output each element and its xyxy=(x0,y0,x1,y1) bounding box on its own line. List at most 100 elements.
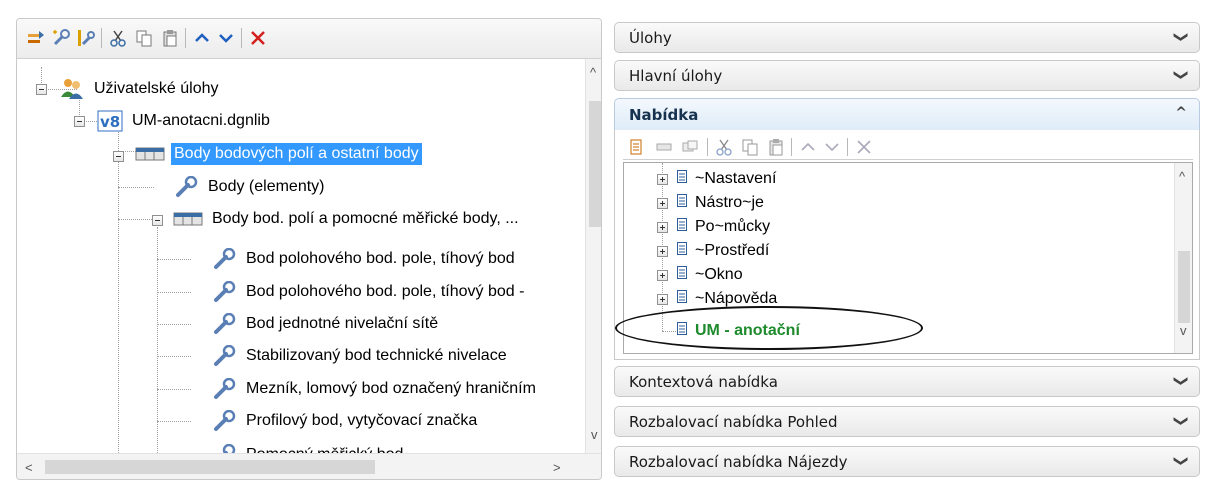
cut-icon[interactable] xyxy=(713,136,735,158)
copy-item-icon[interactable] xyxy=(679,136,701,158)
toolbar-separator xyxy=(847,138,848,156)
section-main-tasks[interactable]: Hlavní úlohy ❯ xyxy=(614,60,1200,91)
new-tool-alt-icon[interactable] xyxy=(75,27,97,49)
tree-vertical-scrollbar[interactable]: ^ v xyxy=(585,59,601,453)
tree-horizontal-scrollbar[interactable]: < > xyxy=(17,453,601,479)
scroll-up-arrow[interactable]: ^ xyxy=(590,65,596,80)
new-tool-icon[interactable] xyxy=(51,27,73,49)
tree-item-tool[interactable]: Stabilizovaný bod technické nivelace xyxy=(213,341,510,371)
copy-icon[interactable] xyxy=(739,136,761,158)
collapse-toggle[interactable] xyxy=(113,151,124,162)
expand-toggle[interactable] xyxy=(657,198,668,209)
tree-item-label: UM-anotacni.dgnlib xyxy=(132,112,270,129)
tree-item-tool[interactable]: Bod polohového bod. pole, tíhový bod - xyxy=(213,277,527,307)
delete-icon[interactable] xyxy=(247,27,269,49)
new-task-icon[interactable] xyxy=(25,27,47,49)
tree-connector xyxy=(157,324,191,325)
menu-item-icon xyxy=(677,194,687,212)
tree-item-label: Bod jednotné nivelační sítě xyxy=(246,315,439,332)
chevron-down-icon: ❯ xyxy=(1173,375,1190,387)
menu-item-label: Po~můcky xyxy=(695,218,771,235)
menu-item-utilities[interactable]: Po~můcky xyxy=(657,215,770,239)
menu-item-icon xyxy=(677,242,687,260)
section-menu[interactable]: Nabídka ^ xyxy=(614,98,1200,131)
menu-vertical-scrollbar[interactable]: ^ v xyxy=(1174,163,1192,353)
scroll-left-arrow[interactable]: < xyxy=(25,460,33,475)
menu-tree: ~Nastavení Nástro~je Po~můcky ~Prostředí xyxy=(623,162,1193,354)
menu-item-help[interactable]: ~Nápověda xyxy=(657,287,777,311)
scroll-down-arrow[interactable]: v xyxy=(1180,323,1187,338)
tree-connector xyxy=(157,259,191,260)
users-icon xyxy=(59,77,85,101)
scroll-up-arrow[interactable]: ^ xyxy=(1179,169,1185,184)
move-down-icon[interactable] xyxy=(215,27,237,49)
expand-toggle[interactable] xyxy=(657,222,668,233)
section-tasks[interactable]: Úlohy ❯ xyxy=(614,22,1200,53)
collapse-toggle[interactable] xyxy=(36,84,47,95)
toolbar-separator xyxy=(241,28,242,48)
tree-item-selected-group[interactable]: Body bodových polí a ostatní body xyxy=(135,139,422,169)
chevron-up-icon: ^ xyxy=(1175,105,1187,121)
menu-item-icon xyxy=(677,170,687,188)
expand-toggle[interactable] xyxy=(657,294,668,305)
tree-item-tool[interactable]: Bod polohového bod. pole, tíhový bod xyxy=(213,244,518,274)
move-down-icon[interactable] xyxy=(821,136,843,158)
tree-item-subgroup[interactable]: Body bod. polí a pomocné měřické body, .… xyxy=(173,204,522,234)
task-tree: Uživatelské úlohy v8 UM-anotacni.dgnlib … xyxy=(17,59,585,453)
menu-item-settings[interactable]: ~Nastavení xyxy=(657,167,776,191)
menu-item-um-anotacni[interactable]: UM - anotační xyxy=(677,319,800,343)
svg-text:v8: v8 xyxy=(100,113,120,131)
section-context-menu[interactable]: Kontextová nabídka ❯ xyxy=(614,366,1200,397)
tree-item-label: Bod polohového bod. pole, tíhový bod xyxy=(246,250,515,267)
tree-connector xyxy=(118,129,119,453)
delete-icon[interactable] xyxy=(853,136,875,158)
move-up-icon[interactable] xyxy=(191,27,213,49)
tree-item-dgnlib[interactable]: v8 UM-anotacni.dgnlib xyxy=(97,106,273,136)
chevron-down-icon: ❯ xyxy=(1173,31,1190,43)
cut-icon[interactable] xyxy=(107,27,129,49)
tree-item-tool[interactable]: Pomocný měřický bod xyxy=(213,440,406,453)
expand-toggle[interactable] xyxy=(657,246,668,257)
menu-item-label: Nástro~je xyxy=(695,194,764,211)
edit-icon[interactable] xyxy=(653,136,675,158)
tree-connector xyxy=(157,292,191,293)
expand-toggle[interactable] xyxy=(657,270,668,281)
menu-item-icon xyxy=(677,322,687,340)
menu-item-workspace[interactable]: ~Prostředí xyxy=(657,239,769,263)
collapse-toggle[interactable] xyxy=(152,215,163,226)
scroll-thumb[interactable] xyxy=(1178,251,1190,323)
tree-item-tool[interactable]: Profilový bod, vytyčovací značka xyxy=(213,406,480,436)
paste-icon[interactable] xyxy=(765,136,787,158)
tree-item-label: Profilový bod, vytyčovací značka xyxy=(246,412,478,429)
menu-item-window[interactable]: ~Okno xyxy=(657,263,743,287)
section-snaps-popup-menu[interactable]: Rozbalovací nabídka Nájezdy ❯ xyxy=(614,446,1200,477)
section-label: Rozbalovací nabídka Pohled xyxy=(629,412,838,431)
paste-icon[interactable] xyxy=(159,27,181,49)
menu-item-tools[interactable]: Nástro~je xyxy=(657,191,764,215)
section-view-popup-menu[interactable]: Rozbalovací nabídka Pohled ❯ xyxy=(614,406,1200,437)
menu-toolbar xyxy=(623,134,1193,160)
tree-item-tool[interactable]: Bod jednotné nivelační sítě xyxy=(213,309,441,339)
wrench-icon xyxy=(175,176,199,198)
tree-item-label: Body bod. polí a pomocné měřické body, .… xyxy=(212,210,519,227)
tree-item-user-tasks[interactable]: Uživatelské úlohy xyxy=(59,74,222,104)
copy-icon[interactable] xyxy=(133,27,155,49)
toolbar-separator xyxy=(707,138,708,156)
wrench-icon xyxy=(213,313,237,335)
menu-panel: ~Nastavení Nástro~je Po~můcky ~Prostředí xyxy=(614,130,1200,360)
section-label: Úlohy xyxy=(629,28,672,47)
scroll-down-arrow[interactable]: v xyxy=(591,427,598,442)
tree-item-tool[interactable]: Body (elementy) xyxy=(175,172,328,202)
new-menu-icon[interactable] xyxy=(625,136,647,158)
toolbar-separator xyxy=(791,138,792,156)
wrench-icon xyxy=(213,248,237,270)
collapse-toggle[interactable] xyxy=(74,116,85,127)
scroll-thumb[interactable] xyxy=(589,101,601,227)
expand-toggle[interactable] xyxy=(657,174,668,185)
tree-item-tool[interactable]: Mezník, lomový bod označený hraničním xyxy=(213,374,539,404)
section-label: Hlavní úlohy xyxy=(629,66,723,85)
scroll-right-arrow[interactable]: > xyxy=(553,460,561,475)
move-up-icon[interactable] xyxy=(797,136,819,158)
scroll-thumb[interactable] xyxy=(45,460,375,474)
tree-item-label: Body (elementy) xyxy=(208,178,325,195)
